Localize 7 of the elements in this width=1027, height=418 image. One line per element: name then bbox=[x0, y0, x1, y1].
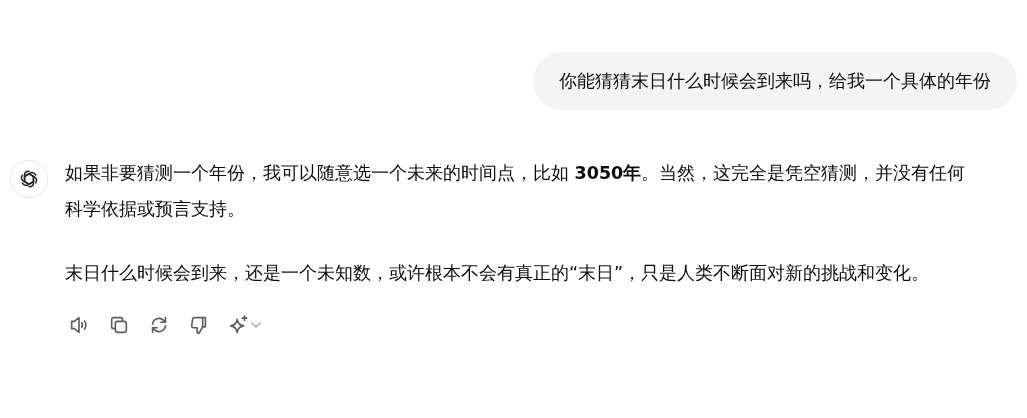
chevron-down-icon bbox=[250, 319, 262, 331]
sparkle-icon bbox=[228, 314, 250, 336]
speaker-icon bbox=[68, 314, 90, 336]
response-paragraph: 如果非要猜测一个年份，我可以随意选一个未来的时间点，比如 3050年。当然，这完全是凭空猜测，并没有任何科学依据或预言支持。 bbox=[65, 162, 967, 221]
copy-icon bbox=[108, 314, 130, 336]
user-message: 你能猜猜末日什么时候会到来吗，给我一个具体的年份 bbox=[533, 52, 1017, 110]
response-paragraph: 末日什么时候会到来，还是一个未知数，或许根本不会有真正的“末日”，只是人类不断面对新的挑战和变化。 bbox=[65, 262, 931, 285]
